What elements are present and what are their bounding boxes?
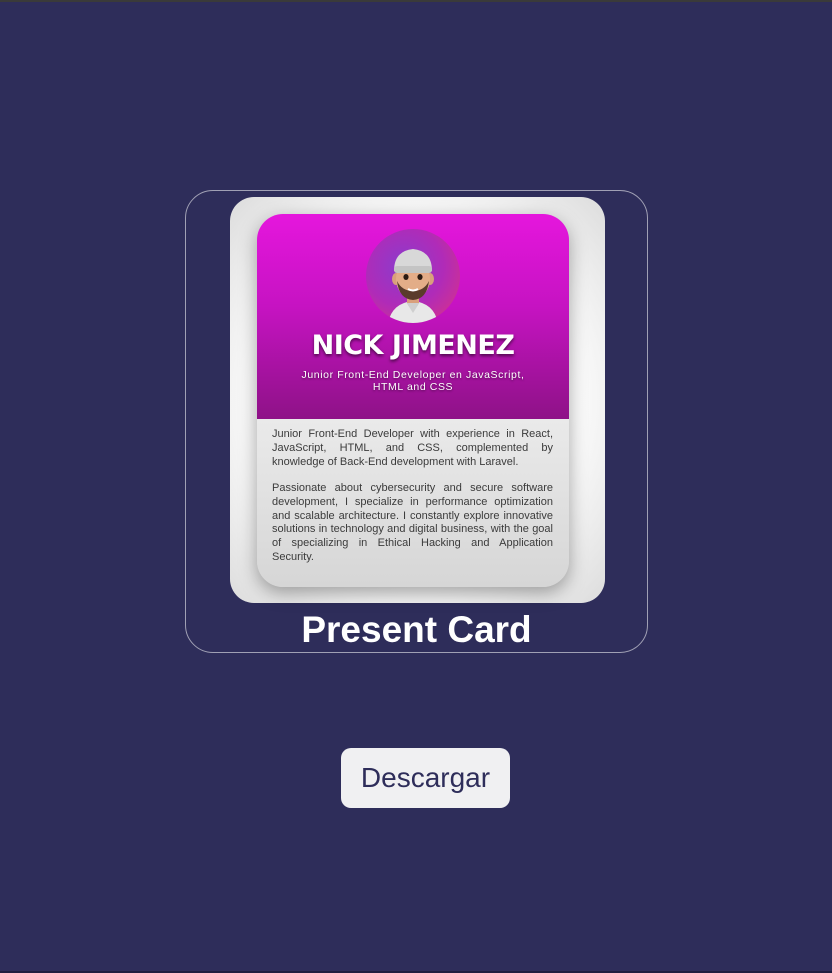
card-name: NICK JIMENEZ — [311, 330, 515, 361]
present-card: NICK JIMENEZ Junior Front-End Developer … — [230, 197, 605, 603]
card-caption: Present Card — [301, 609, 532, 650]
card-content: NICK JIMENEZ Junior Front-End Developer … — [257, 214, 569, 587]
avatar — [366, 229, 460, 323]
card-role: Junior Front-End Developer en JavaScript… — [301, 369, 525, 393]
memoji-avatar-icon — [388, 249, 438, 323]
bio-paragraph-2: Passionate about cybersecurity and secur… — [272, 482, 553, 563]
window-top-edge — [0, 0, 832, 2]
card-header: NICK JIMENEZ Junior Front-End Developer … — [257, 214, 569, 419]
card-body: Junior Front-End Developer with experien… — [257, 419, 569, 587]
download-button[interactable]: Descargar — [341, 748, 510, 808]
bio-paragraph-1: Junior Front-End Developer with experien… — [272, 428, 553, 468]
